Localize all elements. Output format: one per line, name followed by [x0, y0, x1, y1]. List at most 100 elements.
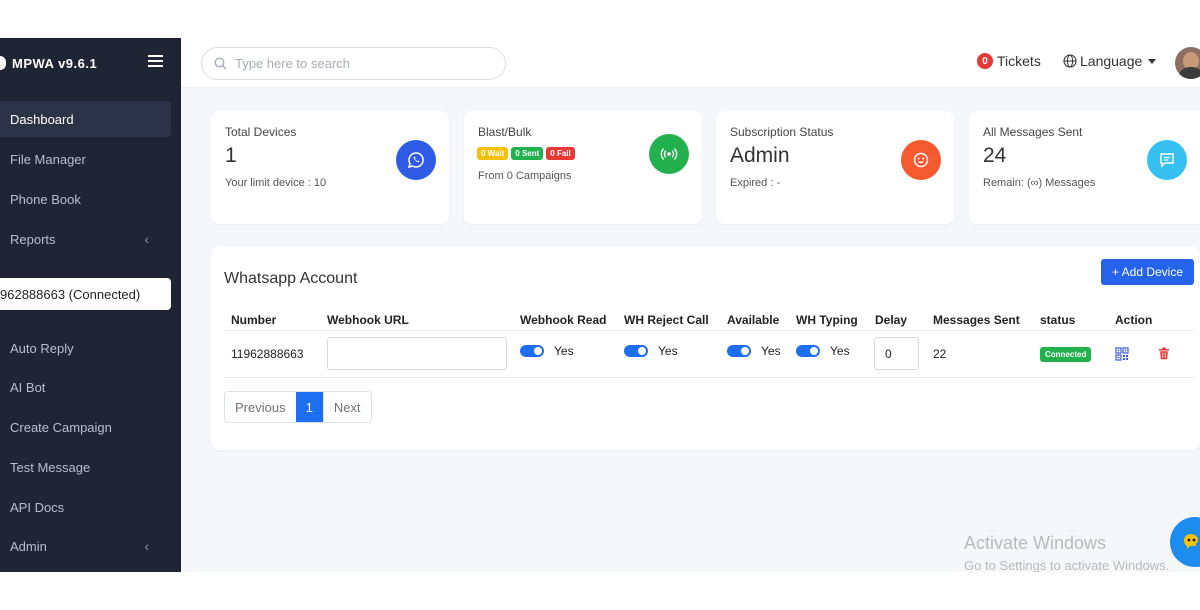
search-box[interactable]	[201, 47, 506, 80]
sidebar-item-label: Reports	[10, 231, 56, 247]
menu-toggle-icon[interactable]	[148, 55, 163, 67]
column-header-messages-sent: Messages Sent	[933, 313, 1020, 327]
toggle-switch[interactable]	[796, 345, 820, 357]
smile-icon	[901, 140, 941, 180]
floating-chat-button[interactable]	[1170, 517, 1200, 567]
caret-down-icon	[1148, 58, 1157, 64]
sidebar-item-label: File Manager	[10, 151, 86, 167]
column-header-status: status	[1040, 313, 1076, 327]
sidebar-item-admin[interactable]: Admin ‹	[0, 528, 171, 564]
column-header-webhook-url: Webhook URL	[327, 313, 409, 327]
chevron-left-icon: ‹	[144, 538, 149, 554]
stat-card-total-devices: Total Devices 1 Your limit device : 10	[211, 111, 449, 224]
available-toggle[interactable]: Yes	[727, 344, 781, 358]
brand-title: MPWA v9.6.1	[12, 55, 98, 71]
column-header-number: Number	[231, 313, 277, 327]
column-header-available: Available	[727, 313, 780, 327]
sent-badge: 0 Sent	[511, 147, 544, 160]
sidebar-item-phone-book[interactable]: Phone Book	[0, 181, 171, 217]
sidebar-item-label: Phone Book	[10, 191, 81, 207]
device-selector[interactable]: 962888663 (Connected)	[0, 278, 171, 310]
sidebar-item-label: Admin	[10, 538, 47, 554]
column-header-delay: Delay	[875, 313, 908, 327]
campaign-status-pills: 0 Wait 0 Sent 0 Fail	[477, 147, 575, 160]
stat-sub: Expired : -	[730, 177, 781, 189]
cell-number: 11962888663	[231, 347, 304, 361]
row-divider	[224, 377, 1194, 378]
wait-badge: 0 Wait	[477, 147, 509, 160]
add-device-button[interactable]: + Add Device	[1101, 259, 1194, 285]
sidebar-item-create-campaign[interactable]: Create Campaign	[0, 409, 171, 445]
stat-card-messages-sent: All Messages Sent 24 Remain: (∞) Message…	[969, 111, 1200, 224]
column-header-wh-reject-call: WH Reject Call	[624, 313, 709, 327]
column-header-webhook-read: Webhook Read	[520, 313, 607, 327]
toggle-switch[interactable]	[520, 345, 544, 357]
header-divider	[224, 330, 1194, 331]
wh-reject-call-toggle[interactable]: Yes	[624, 344, 678, 358]
page-1-button[interactable]: 1	[295, 392, 323, 422]
next-page-button[interactable]: Next	[322, 392, 371, 422]
fail-badge: 0 Fail	[546, 147, 575, 160]
globe-icon	[1063, 54, 1077, 68]
stat-sub: Your limit device : 10	[225, 177, 327, 189]
sidebar-item-label: AI Bot	[10, 379, 46, 395]
delay-field[interactable]: 0	[874, 337, 919, 370]
broadcast-icon	[649, 134, 689, 174]
brand-logo	[0, 56, 6, 70]
toggle-switch[interactable]	[624, 345, 648, 357]
stat-value: 24	[983, 144, 1007, 167]
toggle-label: Yes	[830, 344, 850, 358]
cell-messages-sent: 22	[933, 347, 947, 361]
search-input[interactable]	[235, 56, 475, 71]
tickets-count-badge: 0	[977, 53, 993, 69]
toggle-label: Yes	[658, 344, 678, 358]
webhook-read-toggle[interactable]: Yes	[520, 344, 574, 358]
stat-label: All Messages Sent	[983, 125, 1083, 139]
avatar[interactable]	[1175, 47, 1200, 79]
tickets-link[interactable]: 0 Tickets	[977, 53, 1041, 69]
whatsapp-account-card: Whatsapp Account + Add Device Number Web…	[211, 246, 1200, 450]
sidebar-item-label: API Docs	[10, 499, 65, 515]
topbar: 0 Tickets Language	[181, 38, 1200, 88]
sidebar-item-api-docs[interactable]: API Docs	[0, 489, 171, 525]
tickets-label: Tickets	[997, 53, 1041, 69]
section-title: Whatsapp Account	[224, 270, 358, 287]
sidebar-item-auto-reply[interactable]: Auto Reply	[0, 330, 171, 366]
wh-typing-toggle[interactable]: Yes	[796, 344, 850, 358]
message-icon	[1147, 140, 1187, 180]
sidebar-item-test-message[interactable]: Test Message	[0, 449, 171, 485]
app-frame: MPWA v9.6.1 Dashboard File Manager Phone…	[0, 38, 1200, 572]
trash-icon[interactable]	[1158, 347, 1170, 360]
stat-sub: From 0 Campaigns	[478, 170, 572, 182]
stat-card-blast-bulk: Blast/Bulk 0 Wait 0 Sent 0 Fail From 0 C…	[464, 111, 702, 224]
stat-label: Blast/Bulk	[478, 125, 532, 139]
sidebar-item-dashboard[interactable]: Dashboard	[0, 101, 171, 137]
toggle-label: Yes	[761, 344, 781, 358]
search-icon	[214, 57, 227, 70]
previous-page-button[interactable]: Previous	[225, 392, 296, 422]
stat-value: 1	[225, 144, 237, 167]
delay-value: 0	[885, 346, 892, 361]
language-dropdown[interactable]: Language	[1063, 53, 1157, 69]
sidebar-item-label: Create Campaign	[10, 419, 112, 435]
brand: MPWA v9.6.1	[0, 38, 181, 88]
status-badge: Connected	[1040, 347, 1092, 362]
stat-sub: Remain: (∞) Messages	[983, 177, 1096, 189]
sidebar-item-file-manager[interactable]: File Manager	[0, 141, 171, 177]
sidebar: MPWA v9.6.1 Dashboard File Manager Phone…	[0, 38, 181, 572]
activation-watermark-title: Activate Windows	[964, 533, 1107, 553]
chevron-left-icon: ‹	[144, 231, 149, 247]
sidebar-item-reports[interactable]: Reports ‹	[0, 221, 171, 257]
sidebar-item-label: Auto Reply	[10, 340, 74, 356]
toggle-label: Yes	[554, 344, 574, 358]
qr-code-icon[interactable]	[1115, 347, 1129, 361]
stat-label: Total Devices	[225, 125, 297, 139]
sidebar-item-ai-bot[interactable]: AI Bot	[0, 369, 171, 405]
language-label: Language	[1080, 53, 1143, 69]
pagination: Previous 1 Next	[224, 391, 372, 423]
toggle-switch[interactable]	[727, 345, 751, 357]
webhook-url-field[interactable]	[327, 337, 507, 370]
stat-value: Admin	[730, 144, 790, 167]
column-header-action: Action	[1115, 313, 1153, 327]
sidebar-item-label: Dashboard	[10, 111, 74, 127]
